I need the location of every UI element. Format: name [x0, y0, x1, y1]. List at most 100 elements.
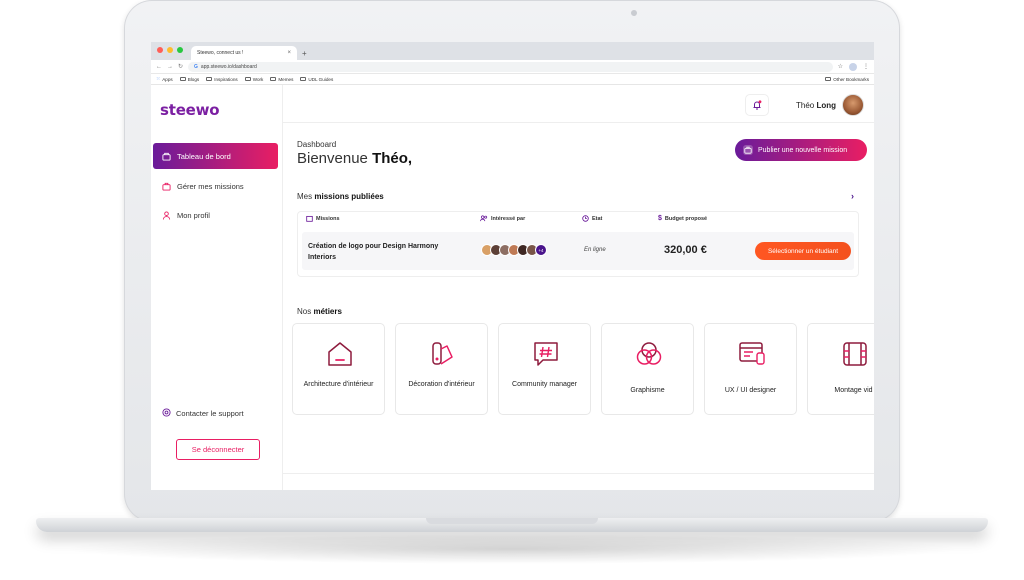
- metier-label: Graphisme: [630, 387, 665, 394]
- browser-tab[interactable]: Steewo, connect us ! ×: [191, 46, 297, 60]
- address-bar-row: ← → ↻ G app.steewo.io/dashboard ☆ ⋮: [151, 60, 874, 74]
- support-label: Contacter le support: [176, 409, 244, 418]
- bookmarks-bar: ⁙ Apps Blogs Inspirations Work Memes UDL …: [151, 74, 874, 85]
- user-icon: [162, 210, 171, 220]
- metiers-section-title: Nos métiers: [297, 307, 342, 316]
- ui-layout-icon: [739, 342, 765, 365]
- metier-card-architecture[interactable]: Architecture d'intérieur: [292, 323, 385, 415]
- tab-close-icon[interactable]: ×: [287, 50, 291, 56]
- profile-icon[interactable]: [849, 62, 857, 71]
- column-missions: Missions: [306, 215, 340, 222]
- star-icon[interactable]: ☆: [838, 63, 843, 70]
- interested-avatars[interactable]: +4: [481, 244, 547, 256]
- new-tab-button[interactable]: +: [302, 49, 307, 58]
- sidebar-item-profile[interactable]: Mon profil: [153, 202, 278, 228]
- steewo-logo[interactable]: steewo: [160, 101, 220, 119]
- maximize-window-button[interactable]: [177, 47, 183, 53]
- color-circles-icon: [636, 342, 662, 365]
- briefcase-icon: [743, 145, 753, 155]
- folder-icon: [270, 77, 277, 81]
- chevron-right-icon[interactable]: ›: [851, 191, 854, 201]
- briefcase-icon: [162, 182, 171, 191]
- folder-icon: [300, 77, 307, 81]
- users-icon: [480, 215, 488, 222]
- column-budget: $ Budget proposé: [658, 215, 708, 222]
- bookmark-other[interactable]: Other Bookmarks: [825, 77, 869, 82]
- clock-icon: [582, 215, 589, 222]
- main-content: Théo Long Dashboard Bienvenue Théo, Publ…: [283, 85, 874, 490]
- film-icon: [843, 342, 867, 366]
- bell-icon: [753, 100, 762, 110]
- user-name: Théo Long: [795, 100, 836, 110]
- avatar[interactable]: [842, 94, 864, 116]
- close-window-button[interactable]: [157, 47, 163, 53]
- support-link[interactable]: Contacter le support: [162, 408, 244, 419]
- missions-table: Missions Intéressé par Etat $ Budget pro…: [297, 211, 859, 277]
- dashboard-icon: [162, 152, 171, 161]
- budget-value: 320,00 €: [664, 244, 707, 256]
- status-badge: En ligne: [584, 247, 606, 253]
- metier-label: UX / UI designer: [724, 387, 777, 394]
- top-bar: Théo Long: [283, 85, 874, 123]
- metiers-list: Architecture d'intérieur Décoration d'in…: [292, 323, 874, 415]
- metier-label: Montage vid: [834, 387, 873, 394]
- table-row[interactable]: Création de logo pour Design Harmony Int…: [302, 232, 854, 270]
- column-interested: Intéressé par: [480, 215, 525, 222]
- bookmark-inspirations[interactable]: Inspirations: [206, 77, 238, 82]
- url-input[interactable]: G app.steewo.io/dashboard: [188, 61, 833, 72]
- more-count-badge: +4: [535, 244, 547, 256]
- bookmark-blogs[interactable]: Blogs: [179, 77, 199, 82]
- support-icon: [162, 408, 171, 419]
- user-menu[interactable]: Théo Long: [796, 94, 864, 116]
- back-icon[interactable]: ←: [156, 64, 162, 70]
- bookmark-memes[interactable]: Memes: [270, 77, 293, 82]
- laptop-notch: [426, 518, 598, 524]
- footer: [283, 473, 874, 490]
- publish-label: Publier une nouvelle mission: [758, 146, 848, 154]
- metier-card-uxui[interactable]: UX / UI designer: [704, 323, 797, 415]
- screen: Steewo, connect us ! × + ← → ↻ G app.ste…: [151, 42, 874, 490]
- browser-actions: ☆ ⋮: [838, 62, 869, 71]
- metier-card-community[interactable]: Community manager: [498, 323, 591, 415]
- column-state: Etat: [582, 215, 602, 222]
- missions-section-title: Mes missions publiées: [297, 192, 384, 201]
- building-icon: [306, 215, 313, 222]
- breadcrumb: Dashboard: [297, 140, 337, 149]
- swatch-icon: [432, 342, 453, 365]
- bookmark-udl-guides[interactable]: UDL Guides: [300, 77, 333, 82]
- notifications-button[interactable]: [745, 94, 769, 116]
- hashtag-chat-icon: [534, 342, 558, 366]
- sidebar-item-label: Gérer mes missions: [177, 181, 244, 191]
- bookmark-apps[interactable]: ⁙ Apps: [156, 76, 173, 82]
- sidebar: steewo Tableau de bord Gérer mes mission…: [151, 85, 283, 490]
- menu-dots-icon[interactable]: ⋮: [863, 63, 869, 70]
- metier-label: Architecture d'intérieur: [303, 381, 374, 388]
- folder-icon: [825, 77, 832, 81]
- metier-label: Community manager: [512, 381, 577, 388]
- laptop-mockup: Steewo, connect us ! × + ← → ↻ G app.ste…: [0, 0, 1024, 580]
- metier-card-graphisme[interactable]: Graphisme: [601, 323, 694, 415]
- logout-button[interactable]: Se déconnecter: [176, 439, 260, 460]
- camera-icon: [631, 10, 637, 16]
- table-header: Missions Intéressé par Etat $ Budget pro…: [298, 212, 858, 226]
- apps-grid-icon: ⁙: [156, 76, 161, 82]
- publish-mission-button[interactable]: Publier une nouvelle mission: [735, 139, 867, 161]
- tab-title: Steewo, connect us !: [197, 50, 244, 56]
- browser-tabbar: Steewo, connect us ! × +: [151, 42, 874, 60]
- app-root: steewo Tableau de bord Gérer mes mission…: [151, 85, 874, 490]
- metier-label: Décoration d'intérieur: [408, 381, 475, 388]
- sidebar-item-dashboard[interactable]: Tableau de bord: [153, 143, 278, 169]
- mission-name[interactable]: Création de logo pour Design Harmony Int…: [308, 241, 468, 263]
- metier-card-decoration[interactable]: Décoration d'intérieur: [395, 323, 488, 415]
- bookmark-work[interactable]: Work: [244, 77, 263, 82]
- url-text: app.steewo.io/dashboard: [200, 63, 257, 70]
- reload-icon[interactable]: ↻: [178, 63, 183, 70]
- sidebar-item-missions[interactable]: Gérer mes missions: [153, 173, 278, 199]
- select-student-button[interactable]: Sélectionner un étudiant: [755, 242, 851, 260]
- metier-card-montage[interactable]: Montage vid: [807, 323, 874, 415]
- forward-icon[interactable]: →: [167, 64, 173, 70]
- minimize-window-button[interactable]: [167, 47, 173, 53]
- folder-icon: [179, 77, 186, 81]
- sidebar-item-label: Mon profil: [177, 210, 210, 220]
- folder-icon: [244, 77, 251, 81]
